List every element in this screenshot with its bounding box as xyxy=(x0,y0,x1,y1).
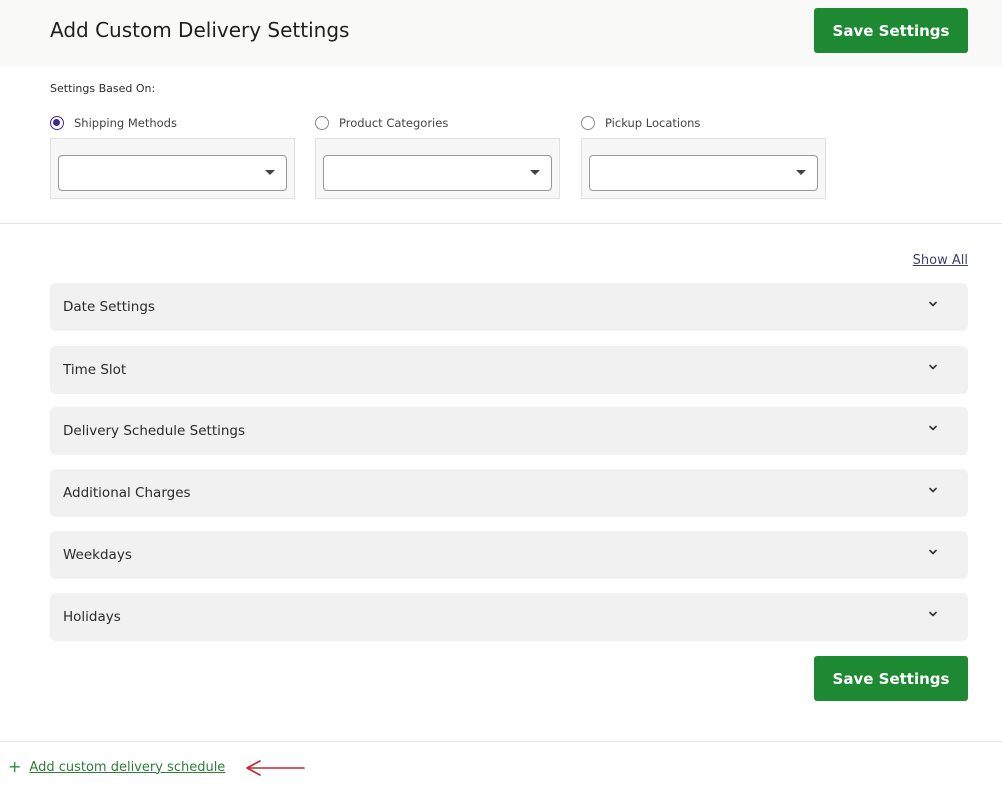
accordion-label: Holidays xyxy=(63,609,121,625)
radio-label-shipping-methods: Shipping Methods xyxy=(74,116,177,130)
chevron-down-icon xyxy=(929,425,937,431)
chevron-down-icon xyxy=(929,549,937,555)
add-custom-delivery-schedule-link[interactable]: Add custom delivery schedule xyxy=(29,760,225,775)
save-settings-button-bottom[interactable]: Save Settings xyxy=(814,656,968,701)
radio-pickup-locations[interactable]: Pickup Locations xyxy=(581,114,700,132)
radio-checked-icon[interactable] xyxy=(50,116,64,130)
pickup-locations-select[interactable] xyxy=(589,155,818,191)
accordion-label: Additional Charges xyxy=(63,485,191,501)
radio-label-pickup-locations: Pickup Locations xyxy=(605,116,701,130)
accordion-holidays[interactable]: Holidays xyxy=(50,593,968,641)
arrow-left-icon xyxy=(246,760,305,776)
caret-down-icon xyxy=(796,170,806,175)
caret-down-icon xyxy=(530,170,540,175)
page-title: Add Custom Delivery Settings xyxy=(50,18,350,42)
accordion-label: Date Settings xyxy=(63,299,155,315)
shipping-methods-select-panel xyxy=(50,138,295,199)
radio-unchecked-icon[interactable] xyxy=(581,116,595,130)
chevron-down-icon xyxy=(929,611,937,617)
accordion-label: Time Slot xyxy=(63,362,127,378)
pickup-locations-select-panel xyxy=(581,138,826,199)
settings-based-on-label: Settings Based On: xyxy=(50,82,156,95)
accordion-delivery-schedule-settings[interactable]: Delivery Schedule Settings xyxy=(50,407,968,455)
radio-label-product-categories: Product Categories xyxy=(339,116,449,130)
accordion-weekdays[interactable]: Weekdays xyxy=(50,531,968,579)
chevron-down-icon xyxy=(929,364,937,370)
save-settings-button-top[interactable]: Save Settings xyxy=(814,8,968,53)
footer-divider xyxy=(0,741,1002,742)
accordion-time-slot[interactable]: Time Slot xyxy=(50,346,968,394)
radio-shipping-methods[interactable]: Shipping Methods xyxy=(50,114,177,132)
accordion-label: Delivery Schedule Settings xyxy=(63,423,246,439)
chevron-down-icon xyxy=(929,487,937,493)
shipping-methods-select[interactable] xyxy=(58,155,287,191)
accordion-date-settings[interactable]: Date Settings xyxy=(50,283,968,331)
accordion-label: Weekdays xyxy=(63,547,132,563)
show-all-link[interactable]: Show All xyxy=(913,253,968,268)
radio-product-categories[interactable]: Product Categories xyxy=(315,114,448,132)
product-categories-select[interactable] xyxy=(323,155,552,191)
product-categories-select-panel xyxy=(315,138,560,199)
accordion-additional-charges[interactable]: Additional Charges xyxy=(50,469,968,517)
page-header: Add Custom Delivery Settings Save Settin… xyxy=(0,0,1002,66)
add-custom-schedule-row[interactable]: + Add custom delivery schedule xyxy=(8,757,225,777)
plus-icon[interactable]: + xyxy=(8,759,21,775)
caret-down-icon xyxy=(265,170,275,175)
section-divider xyxy=(0,223,1002,224)
chevron-down-icon xyxy=(929,301,937,307)
radio-unchecked-icon[interactable] xyxy=(315,116,329,130)
